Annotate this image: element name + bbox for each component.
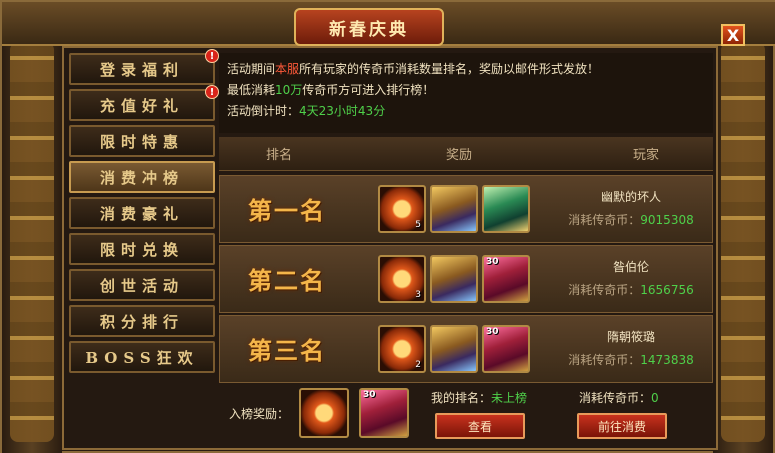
countdown-value: 4天23小时43分 bbox=[299, 104, 386, 118]
info-text: 所有玩家的传奇币消耗数量排名，奖励以邮件形式发放！ bbox=[299, 62, 600, 76]
view-button[interactable]: 查看 bbox=[435, 413, 525, 439]
rank-title: 第一名 bbox=[248, 195, 326, 225]
gold-chest-icon[interactable] bbox=[430, 185, 478, 233]
my-rank-value: 未上榜 bbox=[491, 391, 528, 405]
gold-chest-icon[interactable] bbox=[430, 325, 478, 373]
sidebar: 登录福利 ! 充值好礼 ! 限时特惠 消费冲榜 消费豪礼 限时兑换 创世活动 积… bbox=[69, 49, 219, 377]
event-info: 活动期间本服所有玩家的传奇币消耗数量排名，奖励以邮件形式发放！ 最低消耗10万传… bbox=[219, 53, 713, 133]
item-tag: 30 bbox=[486, 327, 499, 337]
close-icon: X bbox=[726, 25, 740, 45]
my-rank: 我的排名：未上榜 bbox=[431, 389, 527, 406]
cost-label: 消耗传奇币： bbox=[568, 213, 641, 227]
info-highlight-server: 本服 bbox=[275, 62, 300, 76]
go-spend-button[interactable]: 前往消费 bbox=[577, 413, 667, 439]
ruby-chest-icon[interactable]: 30 bbox=[482, 255, 530, 303]
ruby-chest-icon[interactable]: 30 bbox=[359, 388, 409, 438]
gold-chest-icon[interactable] bbox=[430, 255, 478, 303]
window-title: 新春庆典 bbox=[329, 19, 409, 40]
player-cost: 消耗传奇币：9015308 bbox=[556, 211, 706, 228]
sidebar-item-label: 创世活动 bbox=[99, 276, 184, 295]
jade-chest-icon[interactable] bbox=[482, 185, 530, 233]
event-window: 新春庆典 X 登录福利 ! 充值好礼 ! 限时特惠 消费冲榜 消费豪礼 限时兑换… bbox=[0, 0, 775, 453]
info-line-rules: 活动期间本服所有玩家的传奇币消耗数量排名，奖励以邮件形式发放！ bbox=[227, 59, 705, 80]
ranking-row-3: 第三名 2 30 隋朝筱璐 消耗传奇币：1473838 bbox=[219, 315, 713, 383]
footer: 入榜奖励： 30 我的排名：未上榜 消耗传奇币：0 查看 前往消费 bbox=[219, 383, 713, 445]
info-line-minimum: 最低消耗10万传奇币方可进入排行榜！ bbox=[227, 80, 705, 101]
sidebar-item-genesis-event[interactable]: 创世活动 bbox=[69, 269, 215, 301]
item-count: 2 bbox=[415, 360, 421, 370]
rank-title: 第二名 bbox=[248, 265, 326, 295]
alert-badge-icon: ! bbox=[205, 49, 219, 63]
sidebar-item-label: 消费冲榜 bbox=[99, 168, 184, 187]
ruby-chest-icon[interactable]: 30 bbox=[482, 325, 530, 373]
cost-label: 消耗传奇币： bbox=[568, 353, 641, 367]
fire-orb-icon[interactable]: 3 bbox=[378, 255, 426, 303]
sidebar-item-label: 限时兑换 bbox=[99, 240, 184, 259]
item-tag: 30 bbox=[486, 257, 499, 267]
fire-orb-icon[interactable]: 2 bbox=[378, 325, 426, 373]
title-bar: 新春庆典 X bbox=[2, 2, 775, 46]
reward-list: 2 30 bbox=[378, 325, 530, 373]
player-name: 幽默的坏人 bbox=[600, 190, 661, 204]
player-info: 隋朝筱璐 消耗传奇币：1473838 bbox=[556, 328, 706, 368]
left-statue-pillar bbox=[10, 42, 54, 442]
sidebar-item-recharge-gift[interactable]: 充值好礼 ! bbox=[69, 85, 219, 121]
my-rank-label: 我的排名： bbox=[431, 391, 492, 405]
sidebar-item-limited-deal[interactable]: 限时特惠 bbox=[69, 125, 215, 157]
sidebar-item-spending-rank[interactable]: 消费冲榜 bbox=[69, 161, 215, 193]
player-name: 昝伯伦 bbox=[612, 260, 649, 274]
cost-label: 消耗传奇币： bbox=[568, 283, 641, 297]
fire-orb-icon[interactable] bbox=[299, 388, 349, 438]
ranking-table-header: 排名 奖励 玩家 bbox=[219, 137, 713, 171]
column-header-rank: 排名 bbox=[265, 148, 292, 163]
sidebar-item-label: 积分排行 bbox=[99, 312, 184, 331]
sidebar-item-label: 消费豪礼 bbox=[99, 204, 184, 223]
ranking-row-1: 第一名 5 幽默的坏人 消耗传奇币：9015308 bbox=[219, 175, 713, 243]
item-count: 5 bbox=[415, 220, 421, 230]
content-area: 活动期间本服所有玩家的传奇币消耗数量排名，奖励以邮件形式发放！ 最低消耗10万传… bbox=[219, 53, 713, 445]
cost-value: 1473838 bbox=[640, 353, 694, 367]
info-text: 活动期间 bbox=[227, 62, 276, 76]
info-text: 传奇币方可进入排行榜！ bbox=[302, 83, 435, 97]
cost-value: 9015308 bbox=[640, 213, 694, 227]
rank-title: 第三名 bbox=[248, 335, 326, 365]
main-panel: 登录福利 ! 充值好礼 ! 限时特惠 消费冲榜 消费豪礼 限时兑换 创世活动 积… bbox=[62, 46, 718, 450]
column-header-reward: 奖励 bbox=[445, 148, 472, 163]
ranking-row-2: 第二名 3 30 昝伯伦 消耗传奇币：1656756 bbox=[219, 245, 713, 313]
sidebar-item-label: 登录福利 bbox=[99, 60, 184, 79]
sidebar-item-label: 充值好礼 bbox=[99, 96, 184, 115]
entry-reward-list: 30 bbox=[299, 388, 409, 438]
player-cost: 消耗传奇币：1656756 bbox=[556, 281, 706, 298]
info-highlight-amount: 10万 bbox=[275, 83, 303, 97]
cost-value: 1656756 bbox=[640, 283, 694, 297]
sidebar-item-limited-exchange[interactable]: 限时兑换 bbox=[69, 233, 215, 265]
info-text: 最低消耗 bbox=[227, 83, 276, 97]
reward-list: 5 bbox=[378, 185, 530, 233]
sidebar-item-points-ranking[interactable]: 积分排行 bbox=[69, 305, 215, 337]
player-info: 幽默的坏人 消耗传奇币：9015308 bbox=[556, 188, 706, 228]
close-button[interactable]: X bbox=[721, 24, 745, 46]
sidebar-item-label: 限时特惠 bbox=[99, 132, 184, 151]
alert-badge-icon: ! bbox=[205, 85, 219, 99]
my-cost: 消耗传奇币：0 bbox=[579, 389, 659, 406]
player-cost: 消耗传奇币：1473838 bbox=[556, 351, 706, 368]
fire-orb-icon[interactable]: 5 bbox=[378, 185, 426, 233]
column-header-player: 玩家 bbox=[632, 148, 659, 163]
title-plate: 新春庆典 bbox=[294, 8, 444, 46]
countdown-label: 活动倒计时： bbox=[227, 104, 300, 118]
reward-list: 3 30 bbox=[378, 255, 530, 303]
sidebar-item-boss-carnival[interactable]: BOSS狂欢 bbox=[69, 341, 215, 373]
info-line-countdown: 活动倒计时：4天23小时43分 bbox=[227, 101, 705, 122]
right-statue-pillar bbox=[721, 42, 765, 442]
item-tag: 30 bbox=[363, 390, 376, 400]
my-cost-label: 消耗传奇币： bbox=[579, 391, 652, 405]
player-name: 隋朝筱璐 bbox=[606, 330, 655, 344]
my-cost-value: 0 bbox=[651, 391, 659, 405]
sidebar-item-label: BOSS狂欢 bbox=[85, 348, 199, 367]
player-info: 昝伯伦 消耗传奇币：1656756 bbox=[556, 258, 706, 298]
entry-reward-label: 入榜奖励： bbox=[229, 407, 290, 421]
item-count: 3 bbox=[415, 290, 421, 300]
sidebar-item-login-bonus[interactable]: 登录福利 ! bbox=[69, 49, 219, 85]
sidebar-item-spending-gift[interactable]: 消费豪礼 bbox=[69, 197, 215, 229]
